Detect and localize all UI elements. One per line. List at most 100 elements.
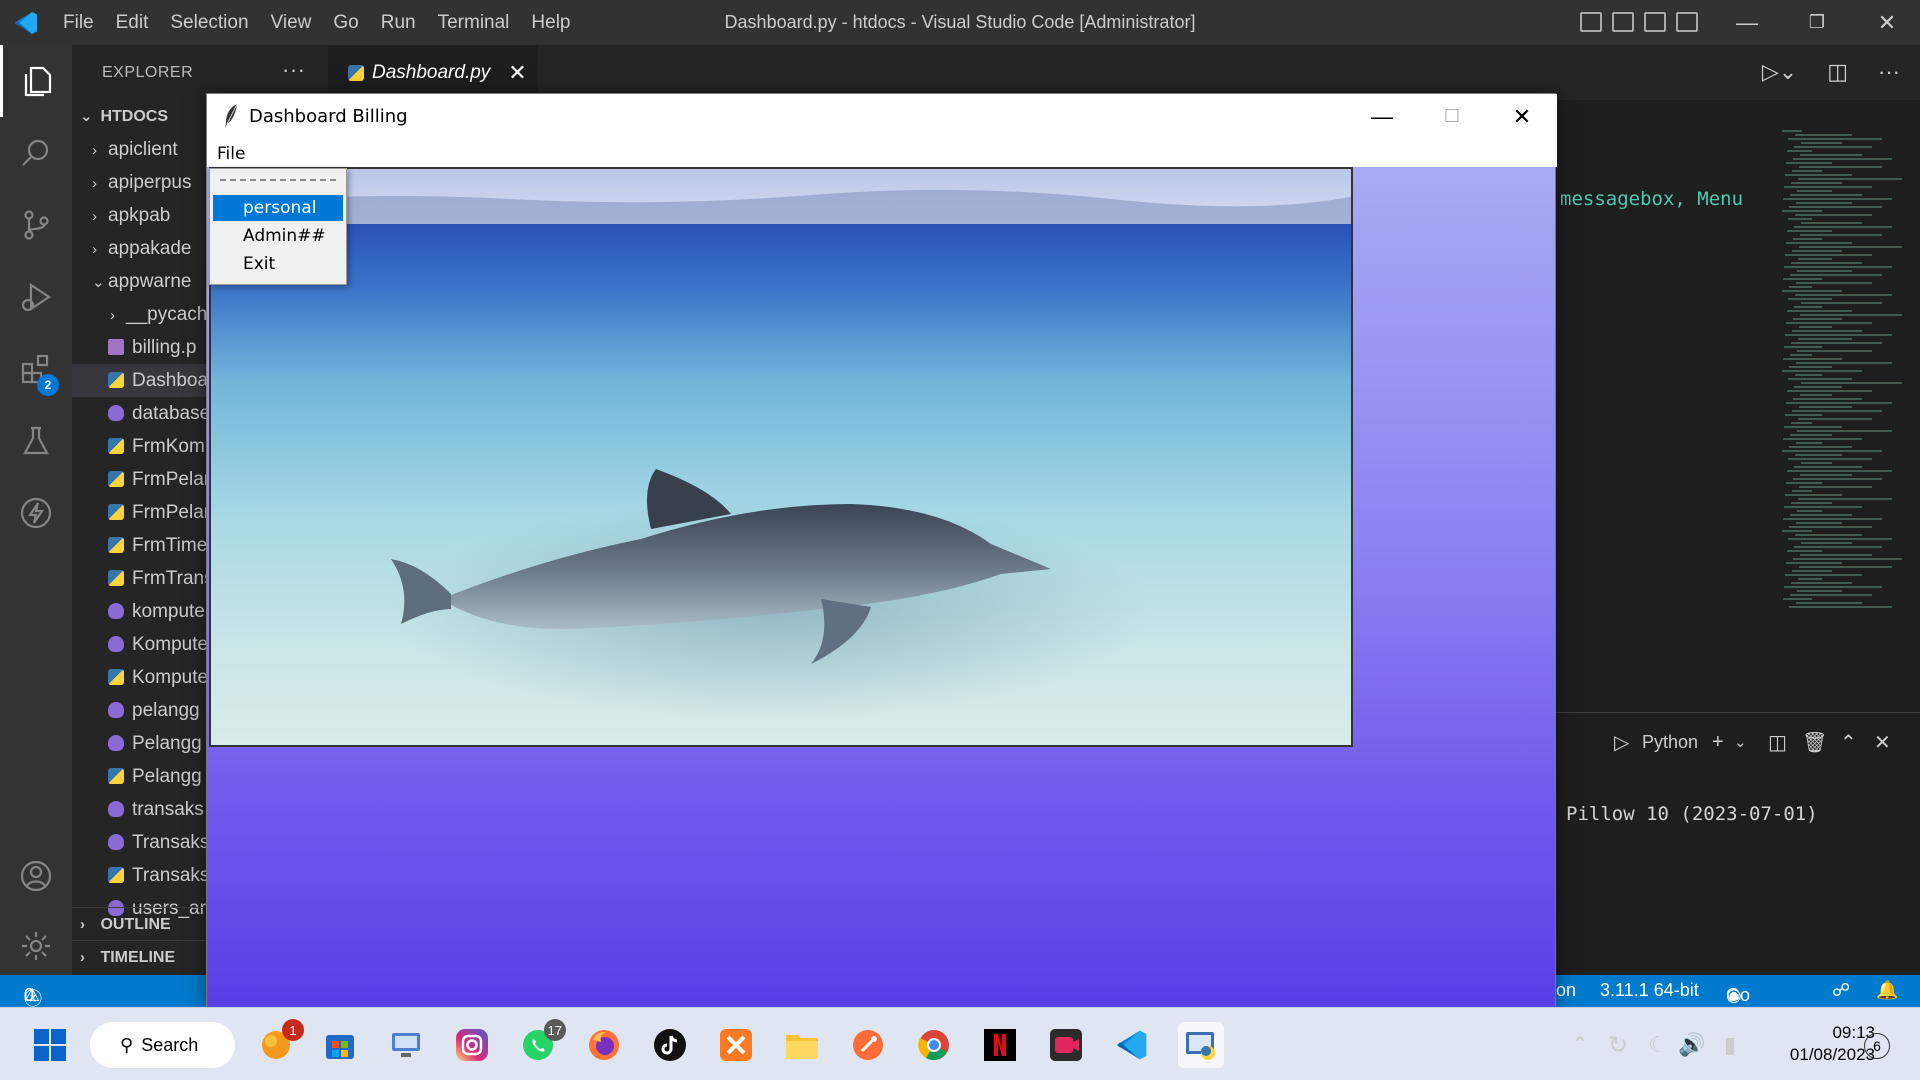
tk-menu-file[interactable]: File bbox=[217, 144, 245, 164]
whatsapp-icon[interactable]: 17 bbox=[518, 1019, 566, 1065]
menubar: File Edit Selection View Go Run Terminal… bbox=[52, 0, 582, 45]
notification-center-badge[interactable]: 6 bbox=[1864, 1033, 1890, 1059]
minimap-line bbox=[1794, 146, 1872, 148]
menu-file[interactable]: File bbox=[52, 0, 105, 45]
menu-selection[interactable]: Selection bbox=[159, 0, 259, 45]
menu-run[interactable]: Run bbox=[370, 0, 427, 45]
firefox-icon[interactable] bbox=[584, 1025, 624, 1065]
toggle-sidebar-icon[interactable] bbox=[1580, 12, 1602, 32]
run-python-file-icon[interactable]: ▷⌄ bbox=[1762, 59, 1797, 85]
tree-item-label: transaks bbox=[132, 799, 204, 820]
tiktok-icon[interactable] bbox=[650, 1025, 690, 1065]
tree-item-label: Pelangg bbox=[132, 733, 202, 754]
show-hidden-icons-chevron-icon[interactable]: ⌃ bbox=[1560, 1025, 1600, 1065]
close-panel-icon[interactable]: ✕ bbox=[1874, 730, 1891, 755]
language-mode[interactable]: on bbox=[1556, 980, 1576, 1001]
minimap[interactable] bbox=[1778, 128, 1918, 628]
python-file-icon bbox=[108, 372, 124, 388]
file-explorer-icon[interactable] bbox=[782, 1025, 822, 1065]
remote-desktop-icon[interactable] bbox=[386, 1025, 426, 1065]
close-window-button[interactable]: ✕ bbox=[1852, 0, 1920, 45]
netflix-icon[interactable] bbox=[980, 1025, 1020, 1065]
minimap-line bbox=[1787, 550, 1822, 552]
notifications-bell-icon[interactable]: 🔔 bbox=[1876, 980, 1898, 1001]
windows-start-icon[interactable] bbox=[30, 1025, 70, 1065]
menu-item-exit[interactable]: Exit bbox=[213, 251, 343, 277]
restore-button[interactable]: ❐ bbox=[1782, 0, 1852, 45]
menu-go[interactable]: Go bbox=[322, 0, 369, 45]
taskbar-search[interactable]: ⚲ Search bbox=[90, 1022, 235, 1068]
toggle-panel-icon[interactable] bbox=[1612, 12, 1634, 32]
minimize-button[interactable]: — bbox=[1712, 0, 1782, 45]
microsoft-store-icon[interactable] bbox=[320, 1025, 360, 1065]
tk-minimize-button[interactable]: — bbox=[1347, 94, 1417, 139]
terminal-name[interactable]: Python bbox=[1642, 732, 1698, 753]
minimap-line bbox=[1795, 374, 1822, 376]
tk-file-dropdown: personal Admin## Exit bbox=[209, 168, 347, 285]
minimap-line bbox=[1798, 178, 1902, 180]
run-debug-icon[interactable] bbox=[0, 261, 72, 333]
tk-maximize-button[interactable]: ☐ bbox=[1417, 94, 1487, 139]
python-interpreter[interactable]: 3.11.1 64-bit bbox=[1600, 980, 1699, 1001]
minimap-line bbox=[1793, 238, 1822, 240]
maximize-panel-icon[interactable]: ⌃ bbox=[1840, 730, 1857, 755]
tk-close-button[interactable]: ✕ bbox=[1487, 94, 1557, 139]
search-icon[interactable] bbox=[0, 117, 72, 189]
minimap-line bbox=[1795, 454, 1842, 456]
python-file-icon bbox=[108, 768, 124, 784]
widgets-icon[interactable]: 1 bbox=[256, 1019, 304, 1065]
toggle-secondary-sidebar-icon[interactable] bbox=[1644, 12, 1666, 32]
battery-icon[interactable]: ▮ bbox=[1710, 1025, 1750, 1065]
explorer-title: EXPLORER bbox=[102, 63, 194, 81]
minimap-line bbox=[1784, 426, 1842, 428]
accounts-icon[interactable] bbox=[0, 840, 72, 912]
split-terminal-icon[interactable]: ◫ bbox=[1768, 730, 1787, 755]
split-editor-icon[interactable]: ◫ bbox=[1827, 59, 1848, 85]
chevron-down-icon: ⌄ bbox=[80, 108, 93, 125]
customize-layout-icon[interactable] bbox=[1676, 12, 1698, 32]
minimap-line bbox=[1782, 530, 1812, 532]
explorer-more-actions-icon[interactable]: ··· bbox=[282, 57, 305, 83]
xampp-icon[interactable] bbox=[716, 1025, 756, 1065]
menu-item-personal[interactable]: personal bbox=[213, 195, 343, 221]
more-actions-icon[interactable]: ··· bbox=[1878, 59, 1900, 85]
menu-help[interactable]: Help bbox=[520, 0, 581, 45]
feedback-icon[interactable]: ☍ bbox=[1832, 980, 1850, 1001]
volume-icon[interactable]: 🔊 bbox=[1672, 1025, 1712, 1065]
menu-view[interactable]: View bbox=[260, 0, 323, 45]
screen-recorder-icon[interactable] bbox=[1046, 1025, 1086, 1065]
postman-icon[interactable] bbox=[848, 1025, 888, 1065]
minimap-line bbox=[1799, 406, 1852, 408]
php-file-icon bbox=[108, 834, 124, 850]
python-file-icon bbox=[348, 64, 364, 81]
settings-gear-icon[interactable] bbox=[0, 910, 72, 982]
tab-dashboard-py[interactable]: Dashboard.py ✕ bbox=[328, 45, 538, 100]
menu-item-admin[interactable]: Admin## bbox=[213, 223, 343, 249]
trash-icon[interactable]: 🗑 bbox=[1802, 730, 1827, 755]
minimap-line bbox=[1782, 450, 1882, 452]
python-tk-taskbar-icon[interactable] bbox=[1178, 1022, 1224, 1068]
minimap-line bbox=[1801, 462, 1832, 464]
menu-terminal[interactable]: Terminal bbox=[427, 0, 521, 45]
sync-icon[interactable]: ↻ bbox=[1598, 1025, 1638, 1065]
chevron-down-icon[interactable]: ⌄ bbox=[1734, 733, 1747, 751]
extensions-icon[interactable]: 2 bbox=[0, 333, 72, 405]
instagram-icon[interactable] bbox=[452, 1025, 492, 1065]
tree-item-label: Kompute bbox=[132, 634, 209, 655]
taskbar-clock[interactable]: 09:13 01/08/2023 bbox=[1755, 1022, 1875, 1066]
tab-label: Dashboard.py bbox=[372, 61, 491, 83]
minimap-line bbox=[1789, 286, 1812, 288]
new-terminal-icon[interactable]: + bbox=[1712, 731, 1724, 754]
tearoff-line[interactable] bbox=[220, 179, 336, 181]
vscode-taskbar-icon[interactable] bbox=[1112, 1025, 1152, 1065]
testing-icon[interactable] bbox=[0, 405, 72, 477]
python-file-icon bbox=[108, 504, 124, 520]
chrome-icon[interactable] bbox=[914, 1025, 954, 1065]
close-tab-icon[interactable]: ✕ bbox=[508, 60, 526, 86]
thunder-client-icon[interactable] bbox=[0, 477, 72, 549]
php-file-icon bbox=[108, 603, 124, 619]
explorer-icon[interactable] bbox=[0, 45, 72, 117]
source-control-icon[interactable] bbox=[0, 189, 72, 261]
menu-edit[interactable]: Edit bbox=[105, 0, 160, 45]
tk-titlebar[interactable]: Dashboard Billing — ☐ ✕ bbox=[207, 94, 1557, 139]
